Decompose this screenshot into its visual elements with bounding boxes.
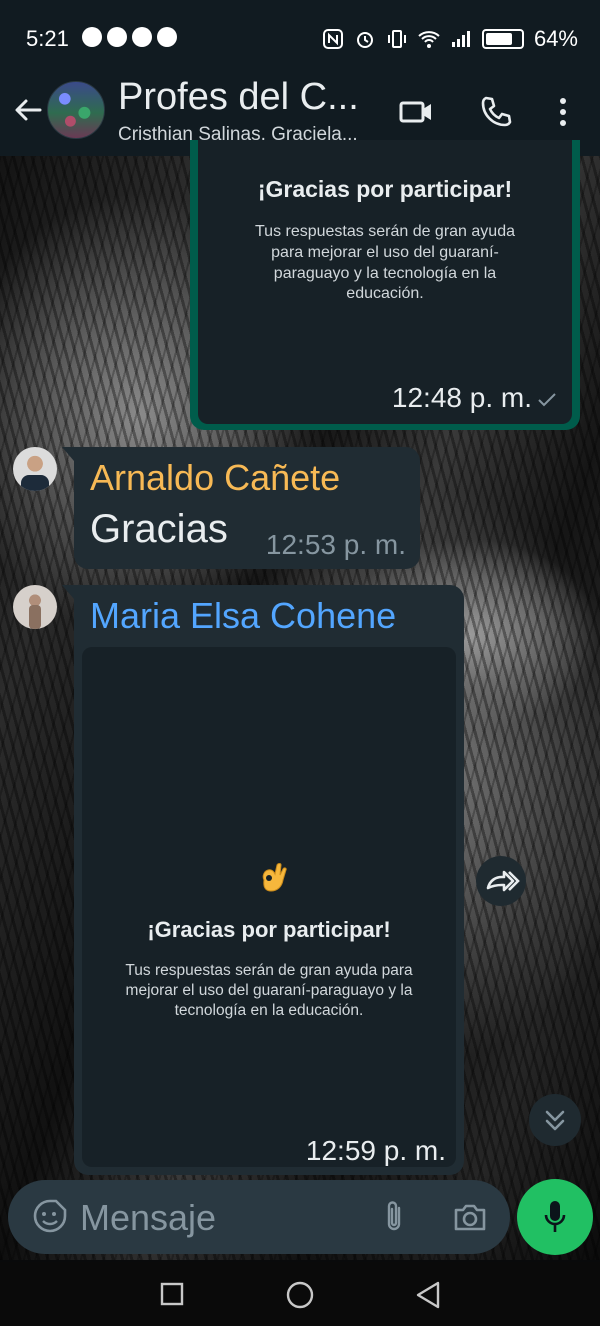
messenger-notification-icon	[132, 27, 152, 47]
incoming-message-bubble[interactable]: Arnaldo Cañete Gracias 12:53 p. m.	[62, 447, 420, 569]
sent-check-icon	[538, 392, 556, 407]
scroll-to-bottom-button[interactable]	[529, 1094, 581, 1146]
more-options-icon[interactable]	[548, 94, 578, 130]
alarm-icon	[356, 32, 373, 48]
group-avatar[interactable]	[47, 81, 105, 139]
shared-image-card[interactable]: ¡Gracias por participar! Tus respuestas …	[82, 647, 456, 1167]
notification-icons	[82, 27, 177, 47]
double-chevron-down-icon	[545, 1110, 565, 1131]
wifi-icon	[418, 31, 440, 48]
message-text: Gracias	[90, 507, 228, 551]
outgoing-message-bubble[interactable]: ¡Gracias por participar! Tus respuestas …	[190, 140, 580, 430]
system-icons: 64%	[322, 26, 578, 52]
incoming-image-bubble[interactable]: Maria Elsa Cohene ¡Gracias por participa…	[62, 585, 464, 1175]
sender-name[interactable]: Arnaldo Cañete	[90, 457, 340, 499]
facebook-notification-icon	[157, 27, 177, 47]
system-navigation-bar	[0, 1262, 600, 1326]
camera-icon[interactable]	[452, 1200, 488, 1234]
voice-message-button[interactable]	[517, 1179, 593, 1255]
card-title: ¡Gracias por participar!	[257, 176, 513, 202]
video-call-icon[interactable]	[398, 94, 434, 130]
message-time: 12:48 p. m.	[392, 382, 558, 414]
message-time: 12:59 p. m.	[305, 1135, 446, 1166]
microphone-icon	[544, 1201, 566, 1232]
sender-name[interactable]: Maria Elsa Cohene	[90, 595, 396, 637]
home-circle-icon[interactable]	[286, 1281, 314, 1309]
forward-icon	[486, 870, 520, 892]
back-triangle-icon[interactable]	[414, 1280, 442, 1310]
attach-clip-icon[interactable]	[380, 1198, 408, 1236]
emoji-sticker-icon[interactable]	[32, 1198, 68, 1234]
recents-square-icon[interactable]	[160, 1282, 184, 1306]
ok-hand-icon	[262, 863, 287, 892]
card-body: Tus respuestas serán de gran ayuda para …	[125, 962, 413, 1020]
battery-percent: 64%	[533, 26, 578, 51]
card-title: ¡Gracias por participar!	[147, 917, 391, 942]
status-bar: 5:21 64%	[0, 0, 600, 78]
phone-call-icon[interactable]	[478, 94, 514, 130]
whatsapp-notification-icon	[82, 27, 102, 47]
card-body: Tus respuestas serán de gran ayuda para …	[254, 223, 515, 303]
message-time: 12:53 p. m.	[265, 529, 406, 560]
back-arrow-icon[interactable]	[12, 94, 44, 126]
message-input[interactable]	[78, 1192, 362, 1244]
vibrate-icon	[387, 30, 406, 48]
sender-avatar[interactable]	[13, 585, 57, 629]
sender-avatar[interactable]	[13, 447, 57, 491]
nfc-icon	[322, 29, 343, 49]
message-composer	[8, 1180, 510, 1254]
chat-notification-icon	[107, 27, 127, 47]
status-time: 5:21	[26, 26, 69, 51]
forward-button[interactable]	[476, 856, 526, 906]
group-name[interactable]: Profes del C...	[118, 76, 359, 119]
signal-icon	[451, 31, 470, 47]
battery-icon	[481, 29, 524, 49]
